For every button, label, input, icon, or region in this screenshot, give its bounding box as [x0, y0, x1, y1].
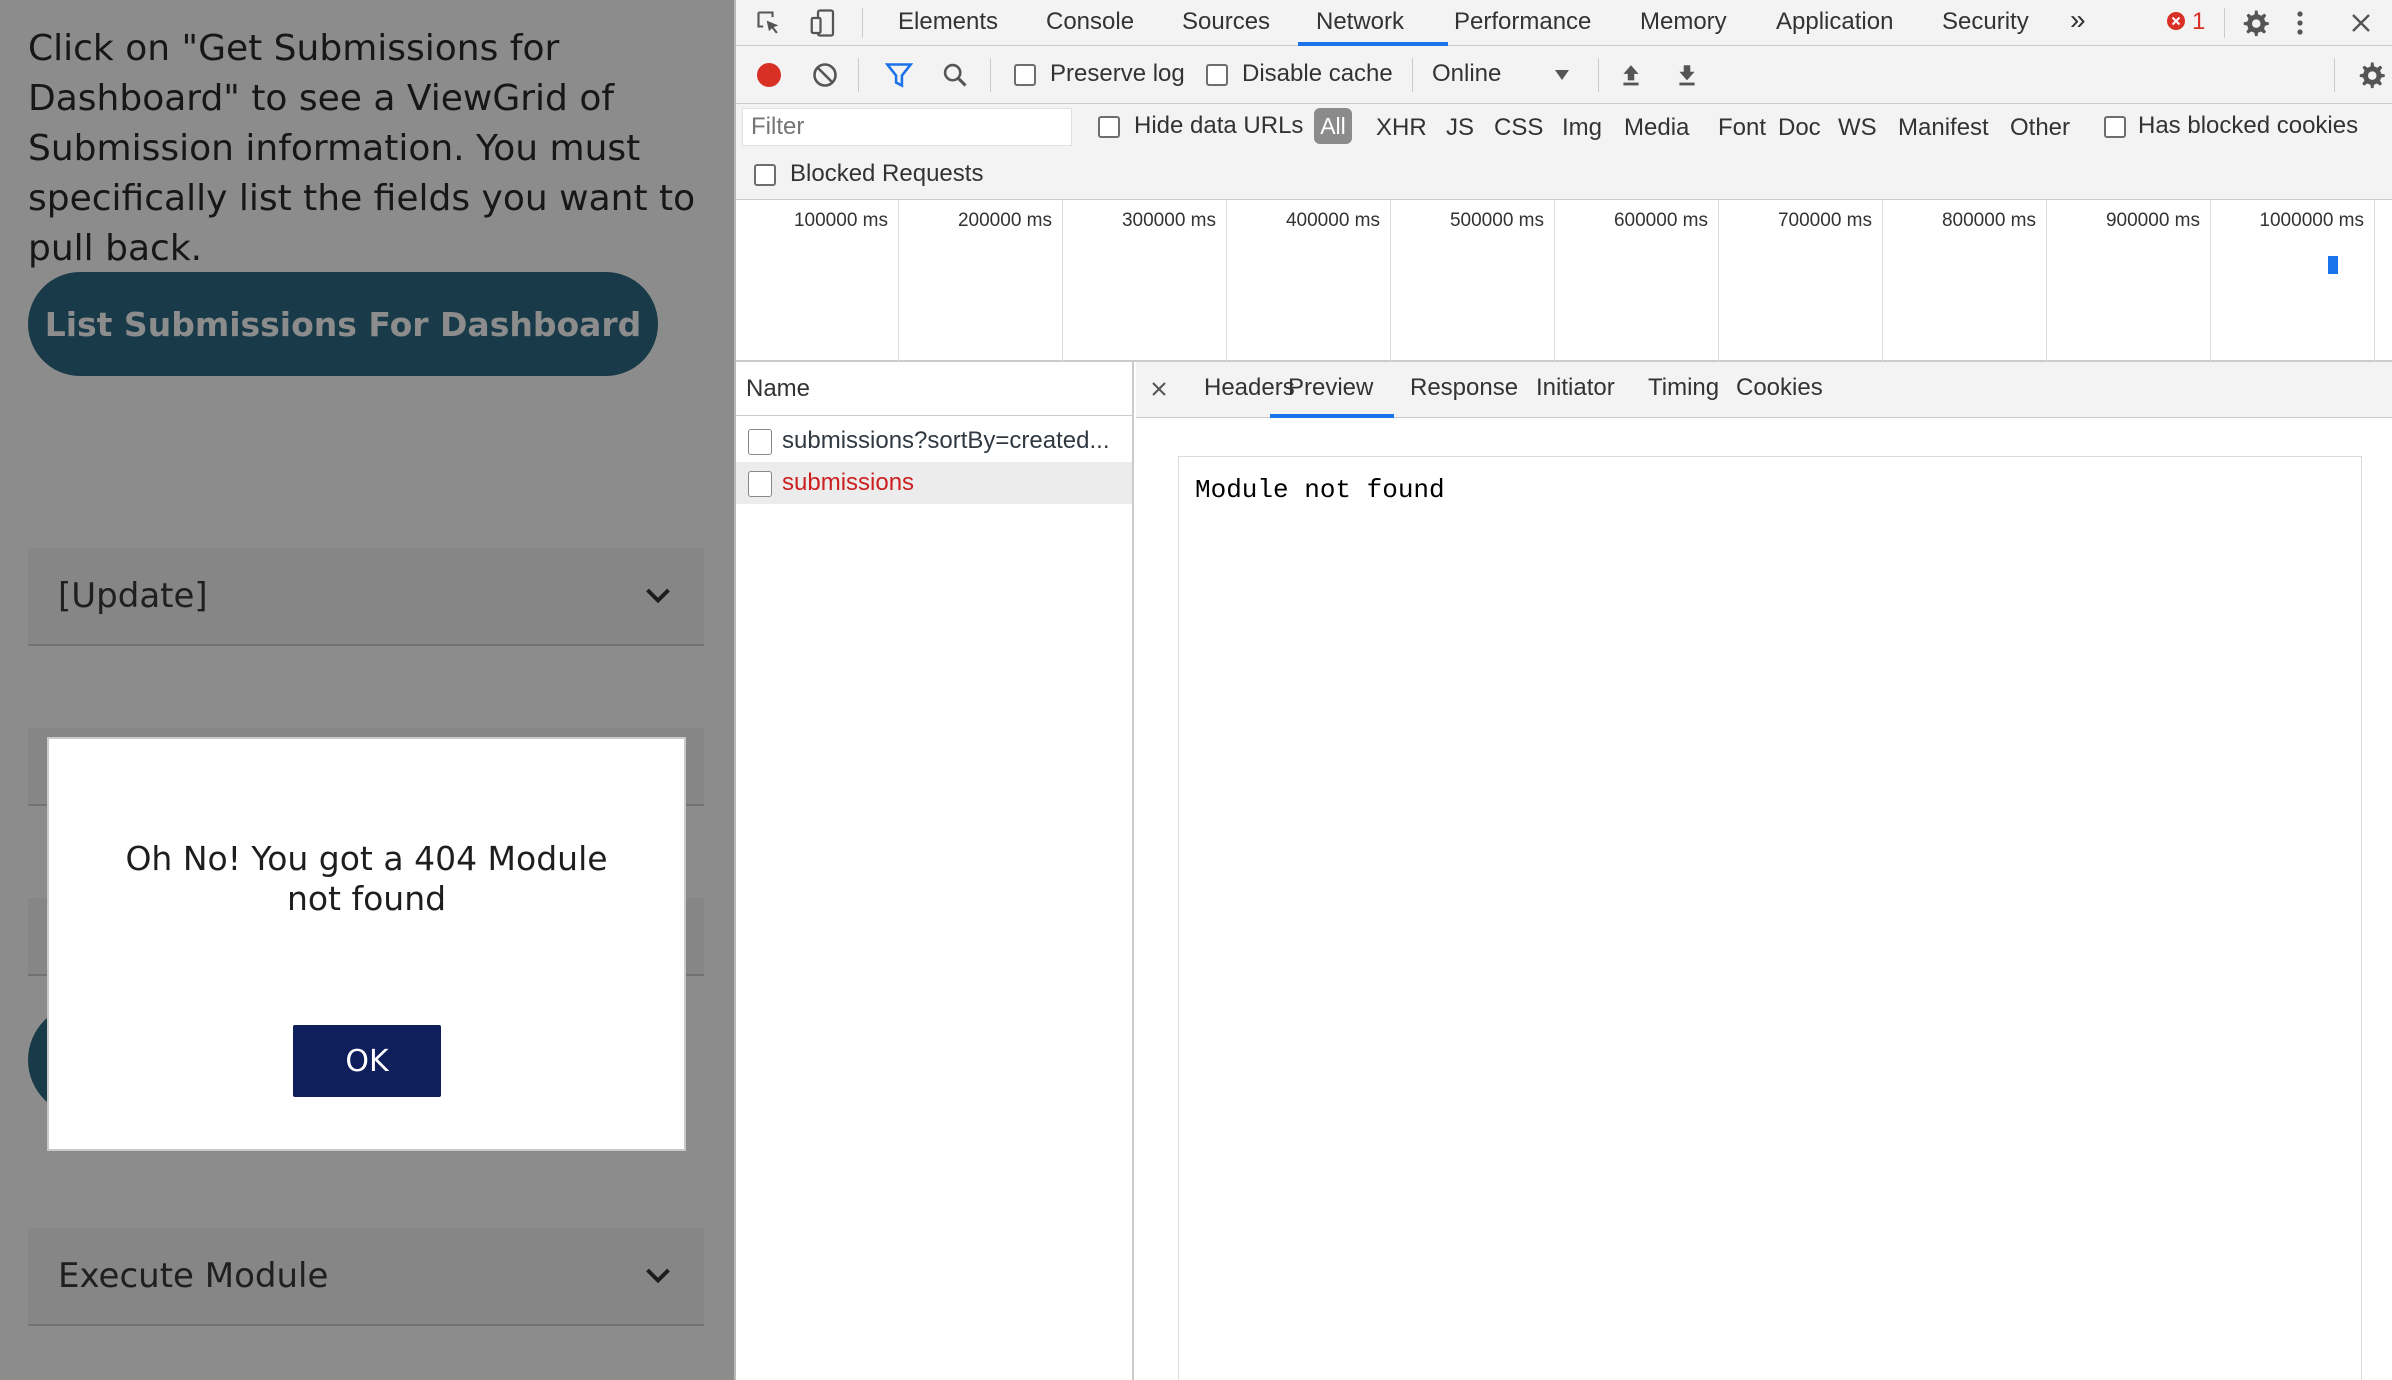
- search-icon[interactable]: [940, 60, 970, 90]
- inspect-element-icon[interactable]: [754, 8, 784, 38]
- close-devtools-icon[interactable]: [2346, 8, 2376, 38]
- type-filter-doc[interactable]: Doc: [1778, 114, 1821, 142]
- type-filter-all[interactable]: All: [1314, 108, 1352, 144]
- timeline-tick-label: 400000 ms: [1285, 210, 1380, 231]
- type-filter-font[interactable]: Font: [1718, 114, 1766, 142]
- disable-cache-label: Disable cache: [1242, 60, 1393, 87]
- record-icon[interactable]: [754, 60, 784, 90]
- blocked-requests-label: Blocked Requests: [790, 160, 984, 187]
- request-list: Name submissions?sortBy=created... submi…: [736, 362, 1134, 1380]
- timeline-tick-label: 200000 ms: [957, 210, 1052, 231]
- timeline-gridline: [2046, 200, 2047, 362]
- network-overview-timeline[interactable]: 100000 ms 200000 ms 300000 ms 400000 ms …: [736, 200, 2392, 362]
- timeline-gridline: [1554, 200, 1555, 362]
- timeline-gridline: [2374, 200, 2375, 362]
- tab-application[interactable]: Application: [1776, 8, 1893, 36]
- type-filter-ws[interactable]: WS: [1838, 114, 1877, 142]
- timeline-tick-label: 900000 ms: [2105, 210, 2200, 231]
- error-icon[interactable]: [2166, 11, 2186, 31]
- export-har-icon[interactable]: [1672, 60, 1702, 90]
- name-column-header[interactable]: Name: [736, 362, 1132, 416]
- network-settings-icon[interactable]: [2354, 58, 2388, 92]
- preserve-log-label: Preserve log: [1050, 60, 1185, 87]
- timeline-tick-label: 1000000 ms: [2259, 210, 2364, 231]
- timeline-tick-label: 100000 ms: [793, 210, 888, 231]
- network-toolbar: Preserve log Disable cache Online: [736, 46, 2392, 104]
- clear-icon[interactable]: [810, 60, 840, 90]
- more-tabs-icon[interactable]: »: [2070, 4, 2086, 36]
- tab-headers[interactable]: Headers: [1204, 374, 1295, 402]
- timeline-tick-label: 500000 ms: [1449, 210, 1544, 231]
- has-blocked-cookies-label: Has blocked cookies: [2138, 112, 2359, 139]
- timeline-gridline: [2210, 200, 2211, 362]
- tab-elements[interactable]: Elements: [898, 8, 998, 36]
- request-row[interactable]: submissions?sortBy=created...: [736, 420, 1132, 462]
- tab-response[interactable]: Response: [1410, 374, 1518, 402]
- import-har-icon[interactable]: [1616, 60, 1646, 90]
- timeline-tick-label: 600000 ms: [1613, 210, 1708, 231]
- caret-down-icon[interactable]: [1552, 66, 1572, 84]
- devtools-panel: Elements Console Sources Network Perform…: [734, 0, 2392, 1380]
- disable-cache-checkbox[interactable]: [1206, 64, 1228, 86]
- preview-text: Module not found: [1195, 475, 1445, 505]
- timeline-gridline: [898, 200, 899, 362]
- type-filter-css[interactable]: CSS: [1494, 114, 1543, 142]
- tab-network[interactable]: Network: [1316, 8, 1404, 36]
- network-filter-bar: Hide data URLs All XHR JS CSS Img Media …: [736, 104, 2392, 200]
- file-icon: [748, 429, 772, 455]
- error-dialog: Oh No! You got a 404 Module not found OK: [47, 737, 686, 1151]
- modal-backdrop[interactable]: [0, 0, 734, 1380]
- active-detail-tab-indicator: [1270, 414, 1394, 418]
- tab-performance[interactable]: Performance: [1454, 8, 1591, 36]
- preserve-log-checkbox[interactable]: [1014, 64, 1036, 86]
- timeline-gridline: [1882, 200, 1883, 362]
- error-count[interactable]: 1: [2192, 8, 2205, 36]
- filter-input[interactable]: [742, 108, 1072, 146]
- timeline-tick-label: 700000 ms: [1777, 210, 1872, 231]
- timeline-gridline: [1718, 200, 1719, 362]
- blocked-requests-checkbox[interactable]: [754, 164, 776, 186]
- detail-tab-bar: Headers Preview Response Initiator Timin…: [1136, 362, 2392, 418]
- timeline-tick-label: 300000 ms: [1121, 210, 1216, 231]
- hide-data-urls-checkbox[interactable]: [1098, 116, 1120, 138]
- request-row-selected[interactable]: submissions: [736, 462, 1132, 504]
- tab-console[interactable]: Console: [1046, 8, 1134, 36]
- app-pane: Click on "Get Submissions for Dashboard"…: [0, 0, 734, 1380]
- device-toolbar-icon[interactable]: [806, 6, 840, 40]
- tab-memory[interactable]: Memory: [1640, 8, 1727, 36]
- hide-data-urls-label: Hide data URLs: [1134, 112, 1304, 139]
- type-filter-media[interactable]: Media: [1624, 114, 1689, 142]
- request-timing-bar: [2328, 256, 2338, 274]
- tab-timing[interactable]: Timing: [1648, 374, 1719, 402]
- devtools-tab-bar: Elements Console Sources Network Perform…: [736, 0, 2392, 46]
- close-detail-icon[interactable]: [1146, 376, 1172, 402]
- tab-initiator[interactable]: Initiator: [1536, 374, 1615, 402]
- settings-gear-icon[interactable]: [2238, 6, 2272, 40]
- tab-cookies[interactable]: Cookies: [1736, 374, 1823, 402]
- request-name: submissions?sortBy=created...: [782, 427, 1110, 454]
- timeline-gridline: [1390, 200, 1391, 362]
- file-icon: [748, 471, 772, 497]
- ok-button[interactable]: OK: [293, 1025, 441, 1097]
- filter-icon[interactable]: [884, 60, 914, 90]
- timeline-tick-label: 800000 ms: [1941, 210, 2036, 231]
- has-blocked-cookies-checkbox[interactable]: [2104, 116, 2126, 138]
- timeline-gridline: [1062, 200, 1063, 362]
- tab-sources[interactable]: Sources: [1182, 8, 1270, 36]
- type-filter-manifest[interactable]: Manifest: [1898, 114, 1989, 142]
- more-options-icon[interactable]: [2288, 6, 2312, 40]
- dialog-message: Oh No! You got a 404 Module not found: [125, 839, 608, 918]
- type-filter-xhr[interactable]: XHR: [1376, 114, 1427, 142]
- type-filter-js[interactable]: JS: [1446, 114, 1474, 142]
- timeline-gridline: [1226, 200, 1227, 362]
- type-filter-img[interactable]: Img: [1562, 114, 1602, 142]
- preview-content: Module not found: [1178, 456, 2362, 1380]
- request-detail-panel: Headers Preview Response Initiator Timin…: [1136, 362, 2392, 1380]
- tab-preview[interactable]: Preview: [1288, 374, 1373, 402]
- tab-security[interactable]: Security: [1942, 8, 2029, 36]
- throttling-select[interactable]: Online: [1432, 60, 1501, 88]
- request-name: submissions: [782, 469, 915, 496]
- type-filter-other[interactable]: Other: [2010, 114, 2070, 142]
